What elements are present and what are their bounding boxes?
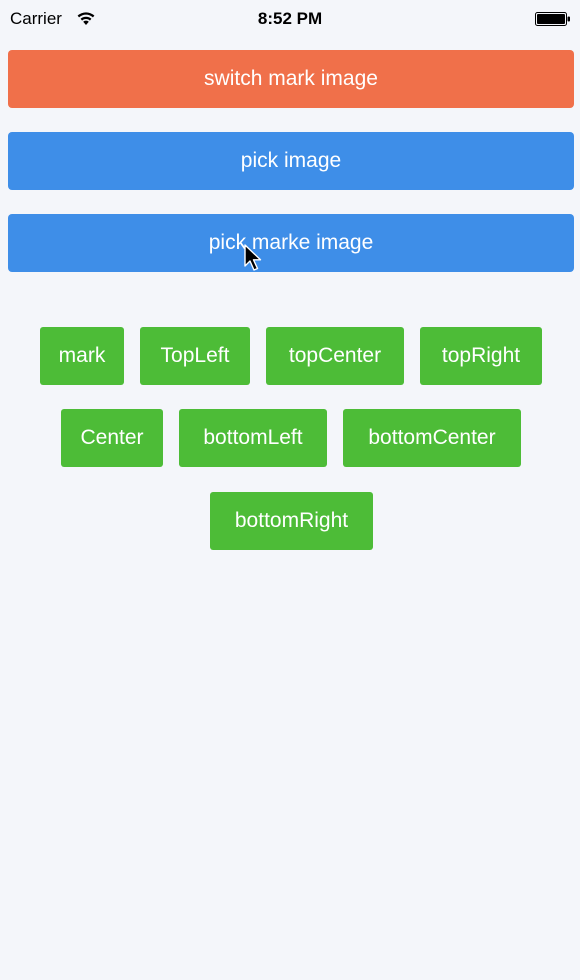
status-bar: Carrier 8:52 PM [0, 0, 580, 40]
switch-mark-image-button[interactable]: switch mark image [8, 50, 574, 108]
pick-image-button[interactable]: pick image [8, 132, 574, 190]
top-center-button[interactable]: topCenter [266, 327, 404, 385]
position-row-1: mark TopLeft topCenter topRight [0, 327, 580, 385]
position-row-2: Center bottomLeft bottomCenter [0, 409, 580, 467]
bottom-right-button[interactable]: bottomRight [210, 492, 373, 550]
top-left-button[interactable]: TopLeft [140, 327, 250, 385]
position-row-3: bottomRight [0, 492, 580, 550]
clock: 8:52 PM [257, 9, 323, 28]
center-button[interactable]: Center [61, 409, 163, 467]
battery-icon [535, 12, 570, 26]
top-right-button[interactable]: topRight [420, 327, 542, 385]
bottom-center-button[interactable]: bottomCenter [343, 409, 521, 467]
bottom-left-button[interactable]: bottomLeft [179, 409, 327, 467]
mark-button[interactable]: mark [40, 327, 124, 385]
pick-marke-image-button[interactable]: pick marke image [8, 214, 574, 272]
